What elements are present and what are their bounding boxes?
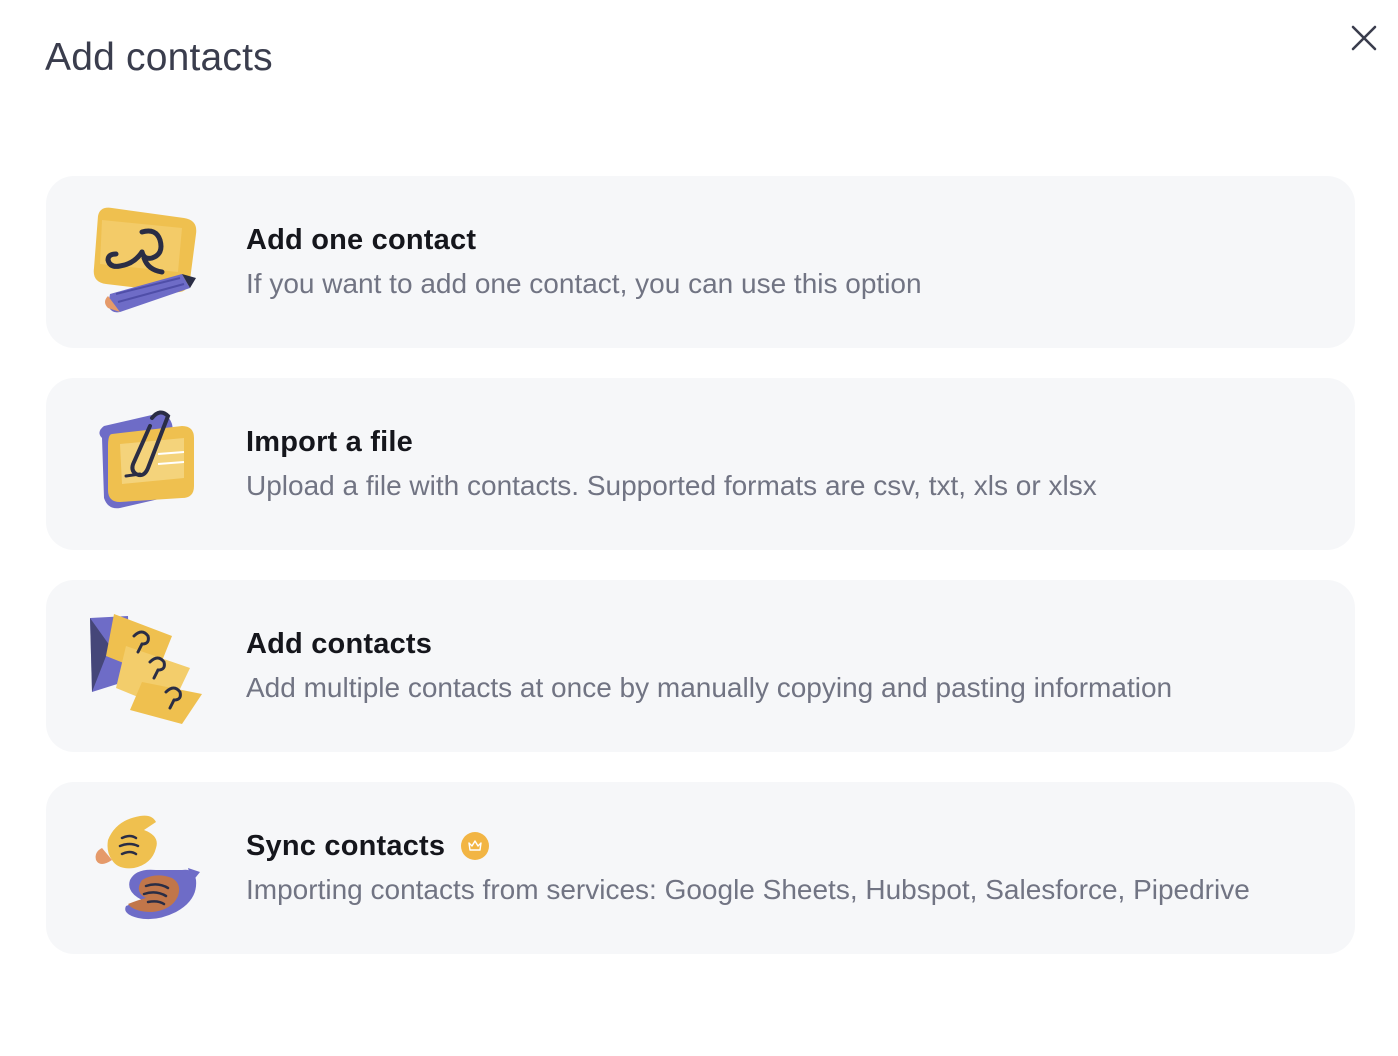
contact-options-list: Add one contact If you want to add one c… (46, 176, 1355, 984)
option-title: Sync contacts (246, 826, 1325, 866)
file-paperclip-icon (86, 404, 206, 524)
crown-icon (468, 840, 482, 851)
close-button[interactable] (1344, 18, 1384, 58)
modal-title: Add contacts (45, 36, 273, 79)
option-description: Upload a file with contacts. Supported f… (246, 470, 1097, 501)
option-title: Add contacts (246, 628, 433, 660)
option-sync-contacts[interactable]: Sync contacts Importing contacts from se… (46, 782, 1355, 954)
option-title-text: Sync contacts (246, 830, 446, 862)
add-contacts-modal: Add contacts Add one contact If you want… (0, 0, 1398, 1056)
sync-hands-icon (86, 808, 206, 928)
option-description: Add multiple contacts at once by manuall… (246, 672, 1173, 703)
option-title: Import a file (246, 426, 413, 458)
option-title: Add one contact (246, 224, 477, 256)
option-add-multiple-contacts[interactable]: Add contacts Add multiple contacts at on… (46, 580, 1355, 752)
option-description: If you want to add one contact, you can … (246, 268, 922, 299)
option-import-file[interactable]: Import a file Upload a file with contact… (46, 378, 1355, 550)
close-icon (1351, 25, 1377, 51)
multiple-contacts-cards-icon (86, 606, 206, 726)
option-description: Importing contacts from services: Google… (246, 874, 1250, 905)
option-add-one-contact[interactable]: Add one contact If you want to add one c… (46, 176, 1355, 348)
single-contact-pencil-icon (86, 202, 206, 322)
premium-badge (461, 832, 490, 860)
